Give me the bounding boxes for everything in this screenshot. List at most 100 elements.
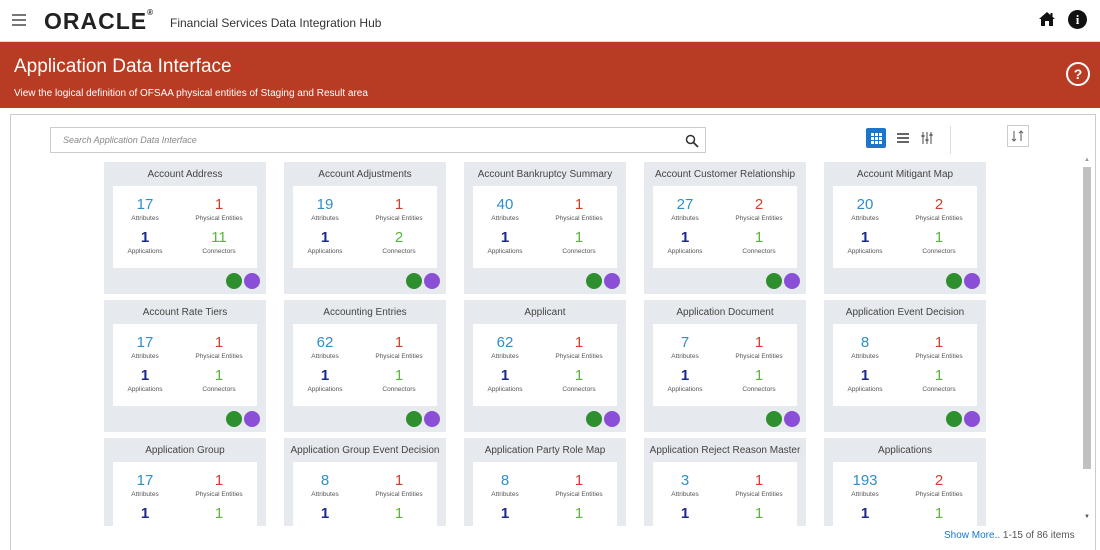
table-icon[interactable]: [424, 411, 440, 427]
home-icon[interactable]: [1038, 11, 1056, 32]
attributes-stat[interactable]: 3 Attributes: [655, 473, 715, 498]
entity-card[interactable]: Account Address 17 Attributes 1 Physical E…: [104, 162, 266, 294]
physical-entities-stat[interactable]: 1 Physical Entities: [369, 335, 429, 360]
help-icon[interactable]: ?: [1066, 62, 1090, 86]
chart-icon[interactable]: [406, 273, 422, 289]
applications-stat[interactable]: 1 Applications: [295, 230, 355, 255]
physical-entities-stat[interactable]: 1 Physical Entities: [729, 335, 789, 360]
applications-stat[interactable]: 1 Applications: [835, 230, 895, 255]
search-input[interactable]: [51, 128, 695, 152]
applications-stat[interactable]: 1: [835, 506, 895, 521]
chart-icon[interactable]: [586, 273, 602, 289]
applications-stat[interactable]: 1 Applications: [655, 368, 715, 393]
table-icon[interactable]: [784, 411, 800, 427]
filter-button[interactable]: [1007, 125, 1029, 147]
applications-stat[interactable]: 1 Applications: [835, 368, 895, 393]
scroll-up-arrow[interactable]: ▲: [1084, 157, 1090, 163]
connectors-stat[interactable]: 1: [189, 506, 249, 521]
chart-icon[interactable]: [226, 273, 242, 289]
physical-entities-stat[interactable]: 1 Physical Entities: [189, 473, 249, 498]
connectors-stat[interactable]: 1: [909, 506, 969, 521]
physical-entities-stat[interactable]: 1 Physical Entities: [729, 473, 789, 498]
connectors-stat[interactable]: 1 Connectors: [369, 368, 429, 393]
physical-entities-stat[interactable]: 1 Physical Entities: [189, 335, 249, 360]
table-icon[interactable]: [604, 411, 620, 427]
attributes-stat[interactable]: 17 Attributes: [115, 335, 175, 360]
applications-stat[interactable]: 1 Applications: [475, 368, 535, 393]
physical-entities-stat[interactable]: 1 Physical Entities: [549, 335, 609, 360]
attributes-stat[interactable]: 17 Attributes: [115, 473, 175, 498]
table-icon[interactable]: [784, 273, 800, 289]
search-icon[interactable]: [685, 134, 699, 148]
info-icon[interactable]: i: [1068, 10, 1087, 29]
table-icon[interactable]: [604, 273, 620, 289]
applications-stat[interactable]: 1: [295, 506, 355, 521]
entity-card[interactable]: Application Reject Reason Master 3 Attrib…: [644, 438, 806, 526]
applications-stat[interactable]: 1: [115, 506, 175, 521]
entity-card[interactable]: Application Party Role Map 8 Attributes 1…: [464, 438, 626, 526]
attributes-stat[interactable]: 27 Attributes: [655, 197, 715, 222]
hamburger-menu-icon[interactable]: [12, 14, 26, 26]
connectors-stat[interactable]: 1: [369, 506, 429, 521]
attributes-stat[interactable]: 62 Attributes: [295, 335, 355, 360]
attributes-stat[interactable]: 19 Attributes: [295, 197, 355, 222]
entity-card[interactable]: Account Adjustments 19 Attributes 1 Physic…: [284, 162, 446, 294]
attributes-stat[interactable]: 7 Attributes: [655, 335, 715, 360]
list-view-button[interactable]: [893, 128, 913, 148]
physical-entities-stat[interactable]: 1 Physical Entities: [369, 197, 429, 222]
table-icon[interactable]: [244, 411, 260, 427]
chart-icon[interactable]: [586, 411, 602, 427]
entity-card[interactable]: Applicant 62 Attributes 1 Physical Entitie…: [464, 300, 626, 432]
table-icon[interactable]: [244, 273, 260, 289]
chart-icon[interactable]: [766, 411, 782, 427]
entity-card[interactable]: Applications 193 Attributes 2 Physical Ent…: [824, 438, 986, 526]
attributes-stat[interactable]: 40 Attributes: [475, 197, 535, 222]
physical-entities-stat[interactable]: 1 Physical Entities: [189, 197, 249, 222]
physical-entities-stat[interactable]: 2 Physical Entities: [909, 197, 969, 222]
attributes-stat[interactable]: 20 Attributes: [835, 197, 895, 222]
connectors-stat[interactable]: 1 Connectors: [909, 368, 969, 393]
physical-entities-stat[interactable]: 1 Physical Entities: [369, 473, 429, 498]
show-more-link[interactable]: Show More..: [944, 530, 1000, 541]
chart-icon[interactable]: [946, 411, 962, 427]
physical-entities-stat[interactable]: 2 Physical Entities: [909, 473, 969, 498]
scrollbar-thumb[interactable]: [1083, 167, 1091, 469]
entity-card[interactable]: Application Group 17 Attributes 1 Physical…: [104, 438, 266, 526]
attributes-stat[interactable]: 8 Attributes: [295, 473, 355, 498]
attributes-stat[interactable]: 17 Attributes: [115, 197, 175, 222]
applications-stat[interactable]: 1 Applications: [115, 368, 175, 393]
entity-card[interactable]: Application Group Event Decision 8 Attrib…: [284, 438, 446, 526]
physical-entities-stat[interactable]: 1 Physical Entities: [549, 473, 609, 498]
entity-card[interactable]: Application Document 7 Attributes 1 Physic…: [644, 300, 806, 432]
connectors-stat[interactable]: 1 Connectors: [729, 230, 789, 255]
table-icon[interactable]: [964, 411, 980, 427]
entity-card[interactable]: Account Customer Relationship 27 Attribut…: [644, 162, 806, 294]
attributes-stat[interactable]: 193 Attributes: [835, 473, 895, 498]
attributes-stat[interactable]: 8 Attributes: [475, 473, 535, 498]
connectors-stat[interactable]: 1 Connectors: [909, 230, 969, 255]
physical-entities-stat[interactable]: 1 Physical Entities: [549, 197, 609, 222]
entity-card[interactable]: Account Rate Tiers 17 Attributes 1 Physica…: [104, 300, 266, 432]
attributes-stat[interactable]: 8 Attributes: [835, 335, 895, 360]
applications-stat[interactable]: 1 Applications: [115, 230, 175, 255]
entity-card[interactable]: Application Event Decision 8 Attributes 1…: [824, 300, 986, 432]
applications-stat[interactable]: 1: [655, 506, 715, 521]
grid-view-button[interactable]: [866, 128, 886, 148]
table-icon[interactable]: [964, 273, 980, 289]
connectors-stat[interactable]: 1 Connectors: [549, 368, 609, 393]
connectors-stat[interactable]: 1 Connectors: [549, 230, 609, 255]
applications-stat[interactable]: 1 Applications: [475, 230, 535, 255]
chart-icon[interactable]: [766, 273, 782, 289]
chart-icon[interactable]: [406, 411, 422, 427]
chart-icon[interactable]: [226, 411, 242, 427]
applications-stat[interactable]: 1: [475, 506, 535, 521]
physical-entities-stat[interactable]: 1 Physical Entities: [909, 335, 969, 360]
entity-card[interactable]: Accounting Entries 62 Attributes 1 Physica…: [284, 300, 446, 432]
connectors-stat[interactable]: 1: [549, 506, 609, 521]
applications-stat[interactable]: 1 Applications: [295, 368, 355, 393]
entity-card[interactable]: Account Mitigant Map 20 Attributes 2 Physi…: [824, 162, 986, 294]
applications-stat[interactable]: 1 Applications: [655, 230, 715, 255]
sort-button[interactable]: [917, 128, 937, 148]
chart-icon[interactable]: [946, 273, 962, 289]
attributes-stat[interactable]: 62 Attributes: [475, 335, 535, 360]
